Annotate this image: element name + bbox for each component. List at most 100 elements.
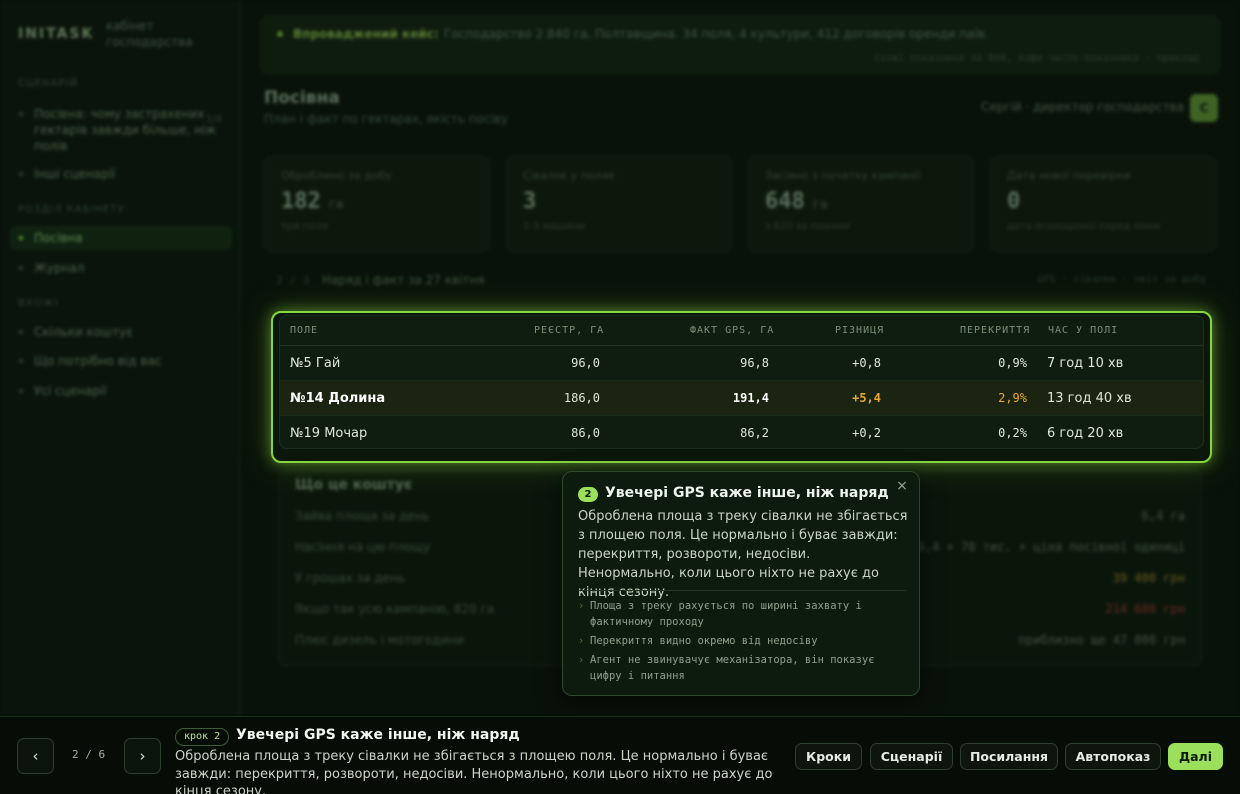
section-meta: GPS · сівалки · звіт за добу (1037, 274, 1206, 285)
sidebar-item-cost[interactable]: Скільки коштує (10, 320, 232, 344)
table-row[interactable]: №19 Мочар 86,0 86,2 +0,2 0,2% 6 год 20 х… (280, 416, 1203, 448)
list-item: Площа з треку рахується по ширині захват… (578, 598, 908, 630)
section-header: 2 / 3 Наряд і факт за 27 квітня GPS · сі… (260, 266, 1220, 296)
tour-bar: ‹ 2 / 6 › крок 2 Увечері GPS каже інше, … (0, 716, 1240, 794)
divider (578, 590, 906, 591)
cell-gps: 191,4 (732, 391, 769, 405)
bullet-icon (19, 330, 23, 334)
sidebar-item-label: Журнал (34, 261, 85, 275)
stat-card-processed: Оброблено за добу 182 га три поля (264, 156, 490, 252)
stat-value: 0 (1007, 189, 1021, 214)
tour-step-body: Оброблена площа з треку сівалки не збіга… (175, 749, 773, 794)
col-header-diff: Різниця (835, 325, 885, 336)
sidebar: INITASK кабінет господарства Сценарій По… (0, 0, 240, 716)
sidebar-item-current-scenario[interactable]: Посівна: чому застрахених гектарів завжд… (10, 102, 232, 158)
col-header-gps: Факт GPS, га (690, 325, 775, 336)
cell-diff: +0,8 (852, 356, 881, 370)
col-header-overlap: Перекриття (960, 325, 1031, 336)
list-item: Агент не звинувачує механізатора, він по… (578, 652, 908, 684)
next-step-arrow-button[interactable]: › (124, 738, 161, 774)
cell-field: №19 Мочар (290, 426, 368, 441)
banner-label: Впроваджений кейс: (293, 27, 439, 41)
table-row[interactable]: №5 Гай 96,0 96,8 +0,8 0,9% 7 год 10 хв (280, 346, 1203, 381)
status-dot-icon (277, 31, 283, 37)
sidebar-section-entry: Вхожі (18, 298, 59, 309)
bullet-icon (19, 172, 23, 176)
stat-label: Сівалок у полях (523, 169, 615, 182)
sidebar-item-other-scenarios[interactable]: Інші сценарії (10, 162, 232, 186)
steps-button[interactable]: Кроки (795, 743, 862, 770)
bullet-icon (19, 112, 23, 116)
stat-label: Дата нової перевірки (1007, 169, 1131, 182)
prev-step-button[interactable]: ‹ (17, 738, 54, 774)
step-pill: крок 2 (175, 728, 230, 746)
stat-card-inspection: Дата нової перевірки 0 дата оголошеної с… (990, 156, 1216, 252)
col-header-field: Поле (290, 325, 319, 336)
brand-subtitle: кабінет господарства (106, 19, 193, 49)
table-header: Поле Реєстр, га Факт GPS, га Різниця Пер… (280, 316, 1203, 346)
bullet-icon (19, 359, 23, 363)
banner-text: Господарство 2 840 га, Полтавщина. 34 по… (444, 27, 989, 41)
sidebar-section-scenario: Сценарій (18, 78, 78, 89)
stat-label: Оброблено за добу (281, 169, 392, 182)
table-row-highlighted[interactable]: №14 Долина 186,0 191,4 +5,4 2,9% 13 год … (280, 381, 1203, 416)
cell-overlap: 0,2% (998, 426, 1027, 440)
cell-registry: 96,0 (571, 356, 600, 370)
sidebar-item-label: Посівна: чому застрахених гектарів завжд… (34, 107, 217, 153)
cell-time: 6 год 20 хв (1047, 426, 1124, 441)
section-title: Наряд і факт за 27 квітня (322, 273, 485, 287)
next-button[interactable]: Далі (1168, 743, 1223, 770)
close-icon[interactable]: × (894, 478, 910, 494)
tour-tooltip: 2 Увечері GPS каже інше, ніж наряд × Обр… (562, 471, 920, 696)
sidebar-item-all-scenarios[interactable]: Усі сценарії (10, 379, 232, 403)
sidebar-item-label: Посівна (34, 231, 83, 245)
tooltip-body: Оброблена площа з треку сівалки не збіга… (578, 509, 908, 600)
page-subtitle: План і факт по гектарах, якість посіву (264, 112, 509, 126)
tooltip-title: Увечері GPS каже інше, ніж наряд (605, 485, 889, 501)
bullet-icon (19, 266, 23, 270)
sidebar-item-label: Усі сценарії (34, 384, 107, 398)
cell-registry: 86,0 (571, 426, 600, 440)
stat-label: Засіяно з початку кампанії (765, 169, 921, 182)
brand-logo: INITASK (18, 26, 95, 42)
cell-field: №5 Гай (290, 356, 341, 371)
bullet-icon (19, 236, 23, 240)
sidebar-item-sowing[interactable]: Посівна (10, 226, 232, 250)
cell-registry: 186,0 (563, 391, 600, 405)
cell-overlap: 0,9% (998, 356, 1027, 370)
cell-diff: +5,4 (852, 391, 881, 405)
sidebar-item-journal[interactable]: Журнал (10, 256, 232, 280)
page-title: Посівна (264, 88, 340, 108)
banner-meta: схожі показники за 800, кафе число-показ… (873, 53, 1199, 64)
cell-time: 7 год 10 хв (1047, 356, 1124, 371)
stat-foot: 1-3 машини (523, 221, 585, 232)
avatar[interactable]: С (1190, 94, 1218, 122)
spotlight-highlight: Поле Реєстр, га Факт GPS, га Різниця Пер… (271, 311, 1212, 463)
stat-card-seeded: Засіяно з початку кампанії 648 га з 820 з… (748, 156, 974, 252)
stat-foot: дата оголошеної серед лінок (1007, 221, 1162, 232)
stat-value: 182 га (281, 189, 344, 214)
autoplay-button[interactable]: Автопоказ (1065, 743, 1161, 770)
step-pager: 2 / 6 (72, 748, 106, 761)
sidebar-item-requirements[interactable]: Що потрібно від вас (10, 349, 232, 373)
scenarios-button[interactable]: Сценарії (870, 743, 953, 770)
col-header-registry: Реєстр, га (534, 325, 605, 336)
col-header-time: Час у полі (1048, 325, 1119, 336)
stat-foot: три поля (281, 221, 328, 232)
user-name: Сергій · директор господарства (980, 100, 1184, 114)
sidebar-item-count: 1/4 (205, 114, 222, 125)
list-item: Перекриття видно окремо від недосіву (578, 633, 908, 649)
sidebar-section-cabinet: Розділ кабінету (18, 204, 125, 215)
step-badge: 2 (578, 487, 598, 502)
links-button[interactable]: Посилання (960, 743, 1058, 770)
gps-vs-registry-table: Поле Реєстр, га Факт GPS, га Різниця Пер… (279, 315, 1204, 449)
sidebar-item-label: Що потрібно від вас (34, 354, 162, 368)
stat-card-seeders: Сівалок у полях 3 1-3 машини (506, 156, 732, 252)
stat-value: 3 (523, 189, 537, 214)
cell-gps: 86,2 (740, 426, 769, 440)
cell-gps: 96,8 (740, 356, 769, 370)
cell-diff: +0,2 (852, 426, 881, 440)
section-number: 2 / 3 (276, 274, 310, 287)
stat-foot: з 820 за планом (765, 221, 850, 232)
tooltip-bullets: Площа з треку рахується по ширині захват… (578, 598, 908, 687)
